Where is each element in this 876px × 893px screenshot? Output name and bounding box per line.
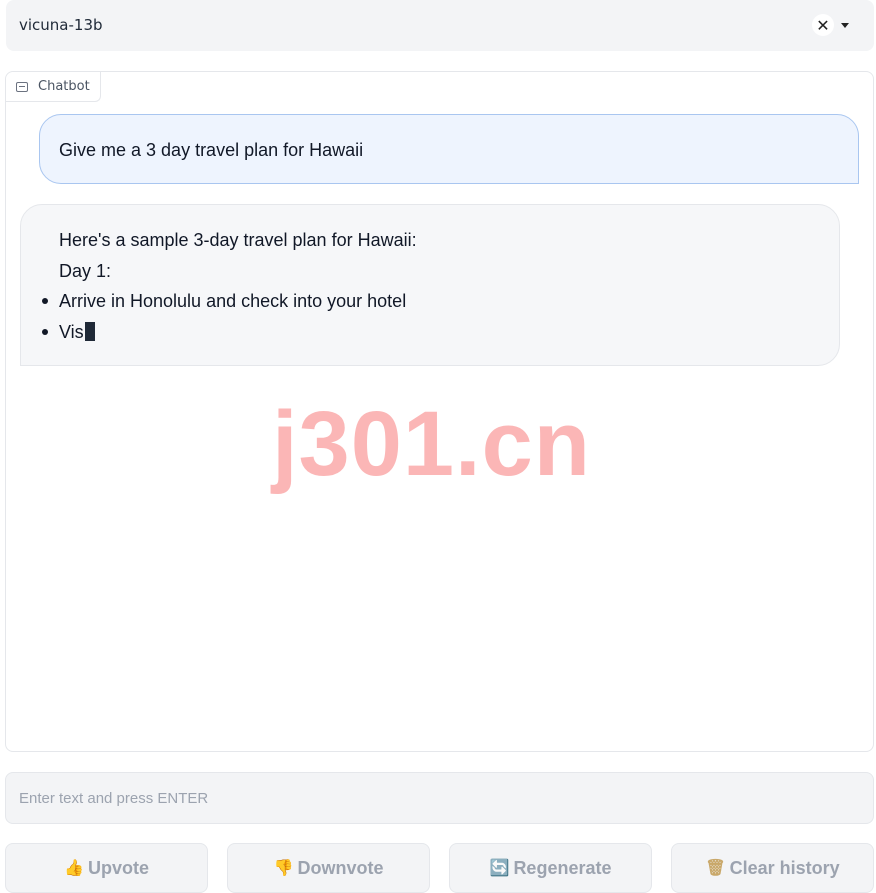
user-message: Give me a 3 day travel plan for Hawaii bbox=[39, 114, 859, 184]
message-input[interactable] bbox=[5, 772, 874, 824]
bot-message-intro: Here's a sample 3-day travel plan for Ha… bbox=[59, 230, 417, 250]
chat-bubble-icon bbox=[16, 81, 28, 92]
regenerate-button-label: Regenerate bbox=[513, 857, 612, 878]
user-message-text: Give me a 3 day travel plan for Hawaii bbox=[59, 140, 364, 160]
chatbot-label: Chatbot bbox=[6, 72, 101, 102]
regenerate-button[interactable]: 🔄 Regenerate bbox=[449, 843, 652, 893]
bot-bullet-text: Vis bbox=[59, 322, 84, 342]
refresh-icon: 🔄 bbox=[489, 860, 510, 877]
clear-icon[interactable]: ✕ bbox=[812, 14, 834, 36]
model-dropdown[interactable]: vicuna-13b ✕ bbox=[6, 0, 874, 51]
thumbs-up-icon: 👍 bbox=[64, 860, 84, 877]
upvote-button[interactable]: 👍 Upvote bbox=[5, 843, 208, 893]
bot-message: Here's a sample 3-day travel plan for Ha… bbox=[20, 204, 840, 366]
typing-cursor bbox=[84, 322, 95, 341]
thumbs-down-icon: 👎 bbox=[273, 860, 294, 877]
chatbot-label-text: Chatbot bbox=[38, 79, 90, 94]
bullet-icon bbox=[42, 329, 48, 335]
bot-bullet-item-streaming: Vis bbox=[59, 322, 95, 343]
watermark: j301.cn bbox=[272, 393, 591, 495]
bullet-icon bbox=[42, 298, 48, 304]
bot-message-heading: Day 1: bbox=[59, 261, 112, 281]
bot-bullet-item: Arrive in Honolulu and check into your h… bbox=[59, 291, 407, 311]
upvote-button-label: Upvote bbox=[87, 857, 149, 878]
model-dropdown-value: vicuna-13b bbox=[19, 16, 103, 34]
clear-history-button-label: Clear history bbox=[729, 857, 840, 878]
clear-history-button[interactable]: 🗑 Clear history bbox=[671, 843, 874, 893]
downvote-button[interactable]: 👎 Downvote bbox=[227, 843, 430, 893]
trash-icon: 🗑 bbox=[705, 860, 726, 877]
downvote-button-label: Downvote bbox=[297, 857, 384, 878]
chevron-down-icon[interactable] bbox=[841, 23, 849, 28]
